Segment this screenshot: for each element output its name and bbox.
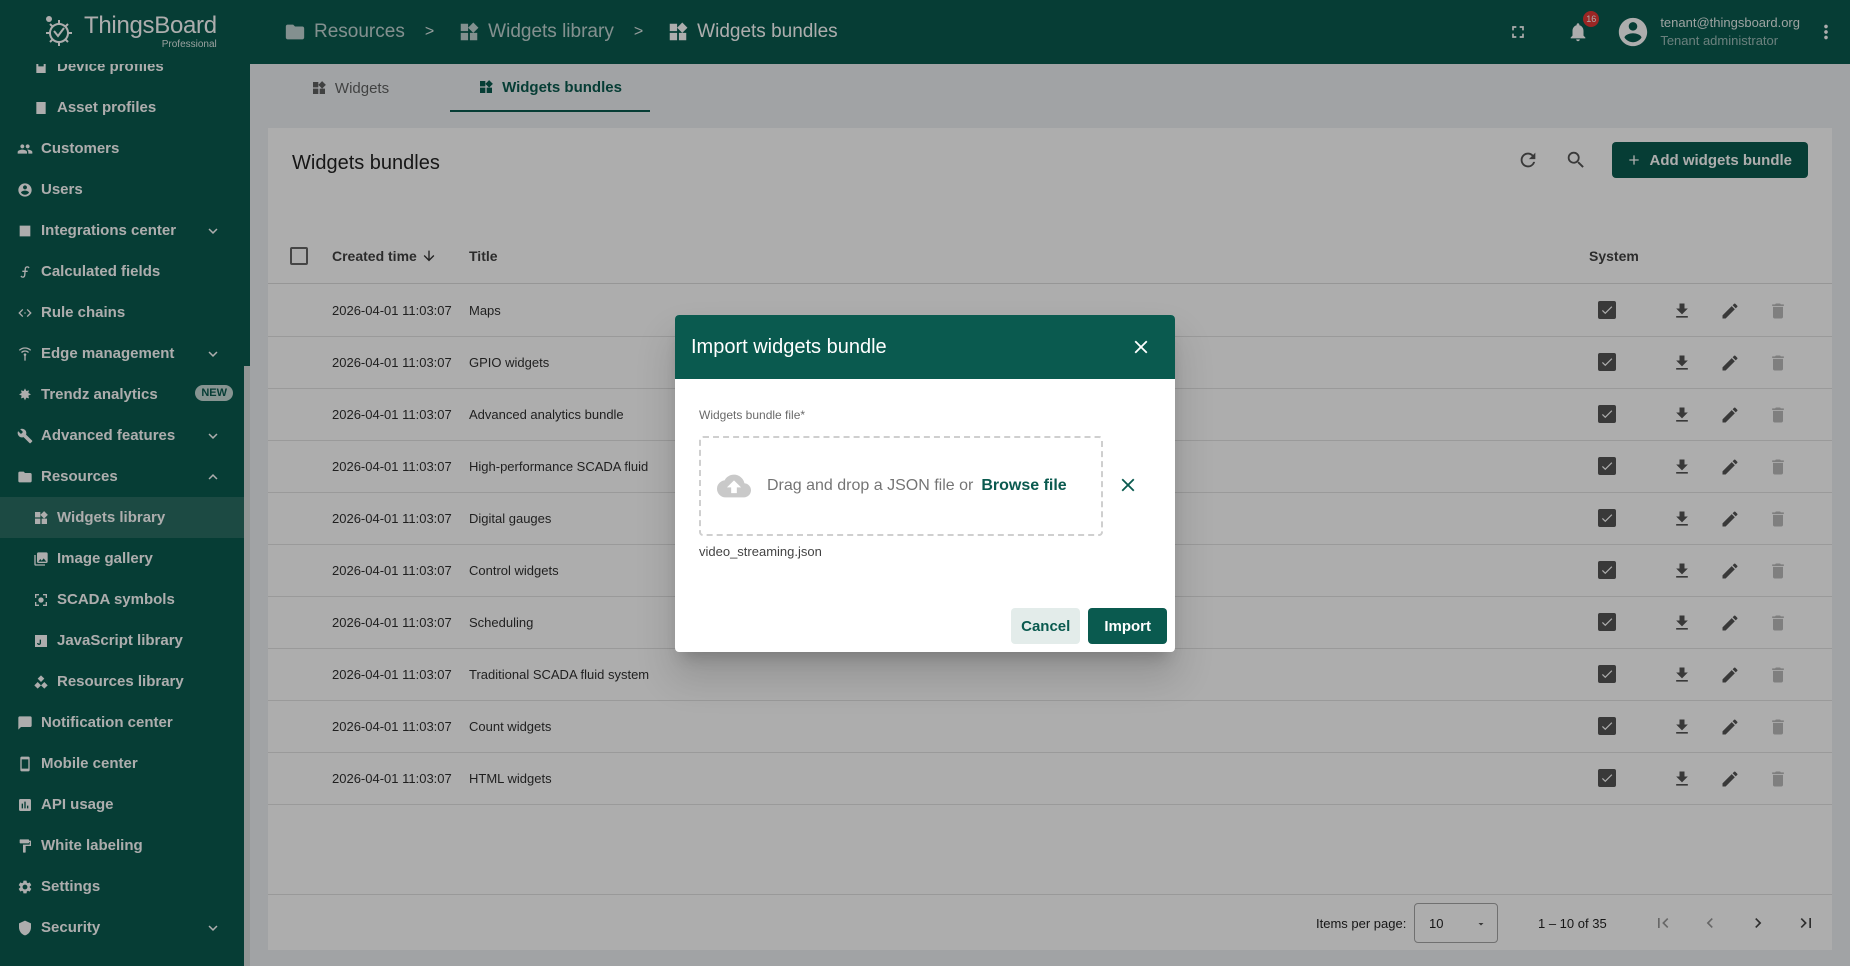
cloud-upload-icon <box>717 474 751 498</box>
import-button[interactable]: Import <box>1088 608 1167 644</box>
dialog-close-button[interactable] <box>1129 335 1153 359</box>
import-widgets-bundle-dialog: Import widgets bundle Widgets bundle fil… <box>675 315 1175 652</box>
dialog-actions: Cancel Import <box>1011 608 1167 644</box>
browse-file-link[interactable]: Browse file <box>981 477 1066 495</box>
dialog-header: Import widgets bundle <box>675 315 1175 379</box>
drop-text: Drag and drop a JSON file or <box>767 477 974 494</box>
cancel-button[interactable]: Cancel <box>1011 608 1081 644</box>
file-field-label: Widgets bundle file* <box>699 408 806 422</box>
close-icon <box>1121 478 1135 492</box>
clear-file-button[interactable] <box>1116 473 1140 497</box>
file-dropzone[interactable]: Drag and drop a JSON file or Browse file <box>699 436 1103 536</box>
dialog-title: Import widgets bundle <box>691 335 887 358</box>
selected-file-name: video_streaming.json <box>699 544 822 559</box>
close-icon <box>1134 340 1148 354</box>
